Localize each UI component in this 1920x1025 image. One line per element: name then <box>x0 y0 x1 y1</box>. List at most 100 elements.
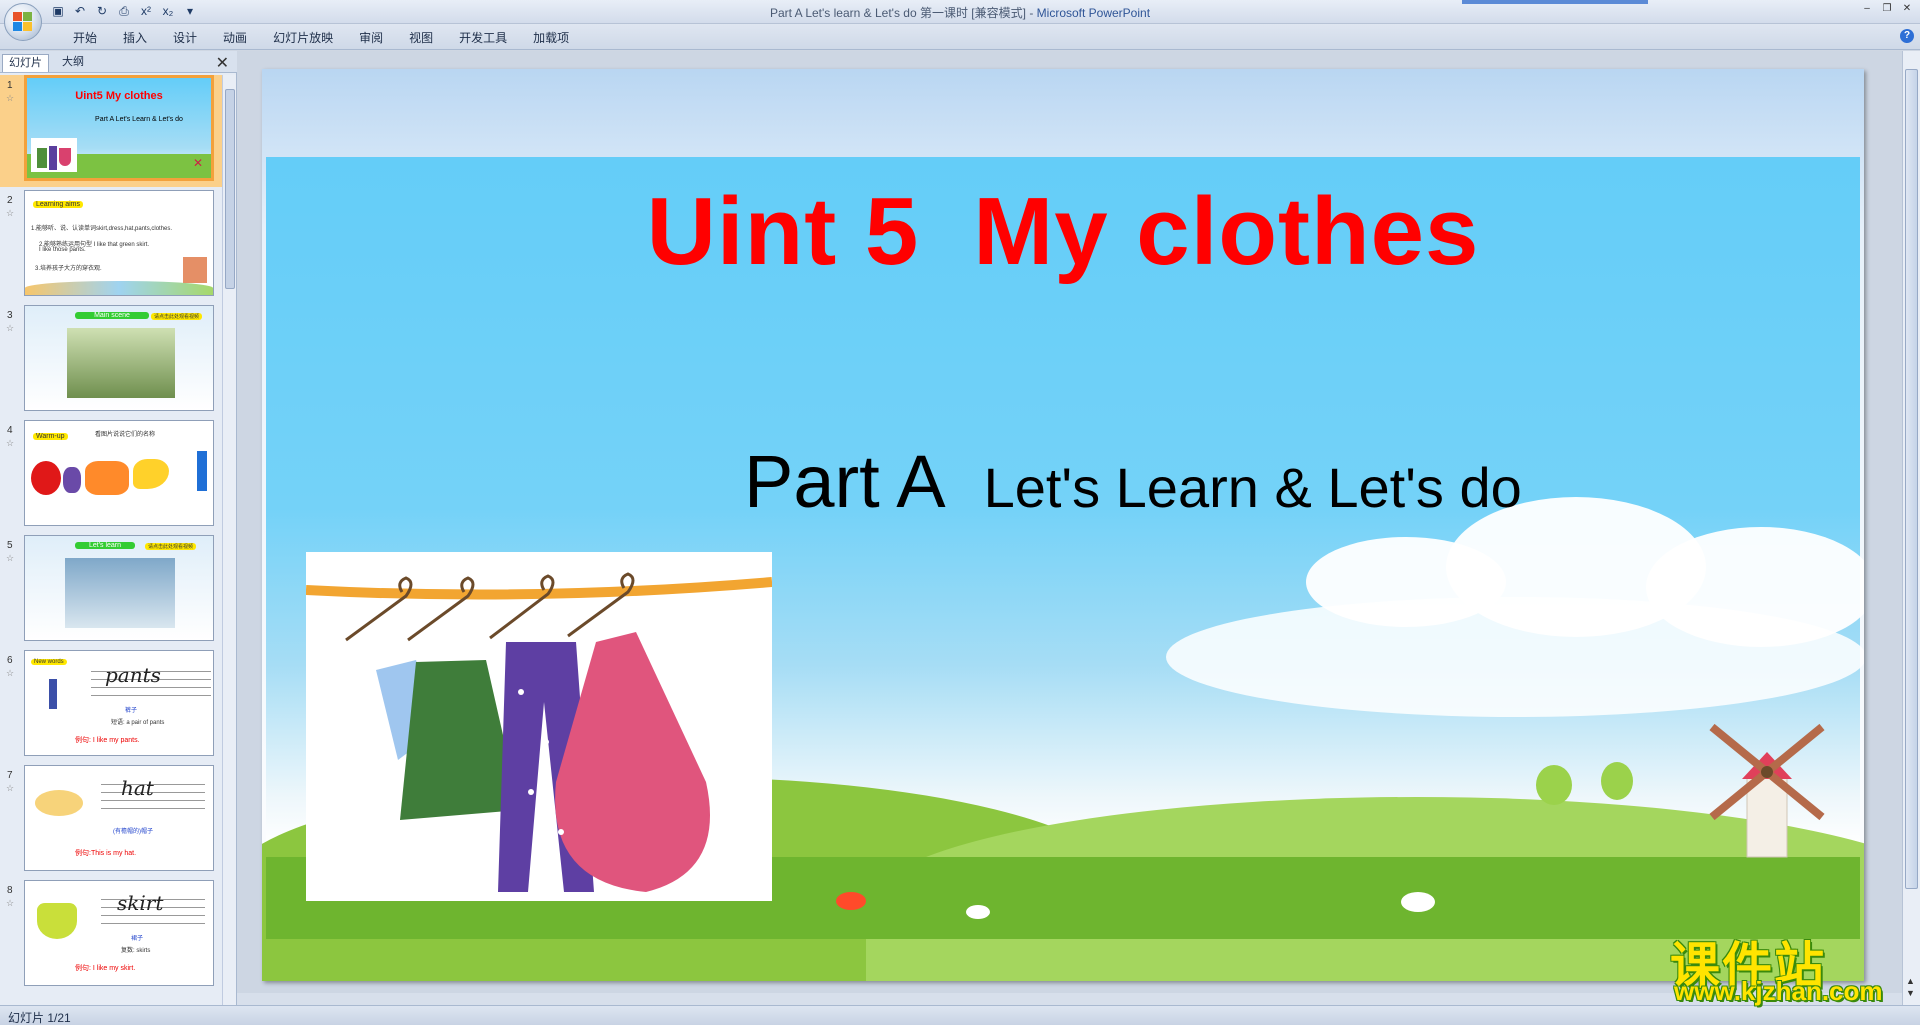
thumb-phrase: 短语: a pair of pants <box>111 720 165 726</box>
animation-star-icon: ☆ <box>6 783 15 793</box>
thumb-video-label: 请点击此处观看视频 <box>145 543 197 550</box>
document-title: Part A Let's learn & Let's do 第一课时 [兼容模式… <box>769 6 1026 20</box>
clothesline-illustration <box>305 572 773 892</box>
next-slide-icon[interactable]: ▼ <box>1906 988 1915 998</box>
tab-outline[interactable]: 大纲 <box>56 54 90 72</box>
slides-pane-scrollbar[interactable] <box>222 75 236 1005</box>
slide-title[interactable]: Uint 5 My clothes <box>262 177 1864 287</box>
scrollbar-thumb[interactable] <box>225 89 235 289</box>
thumb-title: Uint5 My clothes <box>75 90 163 102</box>
ribbon-tab[interactable]: 审阅 <box>346 29 396 47</box>
flower-icon <box>836 892 866 910</box>
site-watermark: 课件站 www.kjzhan.com <box>1668 926 1904 1006</box>
thumb-badge: Let's learn <box>75 542 135 549</box>
animation-star-icon: ☆ <box>6 208 15 218</box>
office-button[interactable] <box>4 3 42 41</box>
help-icon[interactable]: ? <box>1900 29 1914 43</box>
title-bar: ▣ ↶ ↻ ⎙ x² x₂ ▾ Part A Let's learn & Let… <box>0 0 1920 24</box>
thumbnail-preview: hat (有檐帽的)帽子 例句:This is my hat. <box>24 765 214 871</box>
restore-icon[interactable]: ❐ <box>1878 2 1896 16</box>
ribbon-tab[interactable]: 开始 <box>60 29 110 47</box>
tab-slides[interactable]: 幻灯片 <box>2 54 49 72</box>
office-logo-icon <box>13 12 33 32</box>
thumb-line: 3.培养孩子大方的穿衣观. <box>35 266 102 272</box>
previous-slide-icon[interactable]: ▲ <box>1906 976 1915 986</box>
slide-editor-scrollbar[interactable]: ▲ ▼ <box>1902 51 1920 1005</box>
slide-number: 2 <box>7 195 13 206</box>
cloud-shape <box>1166 597 1864 717</box>
thumb-word: pants <box>105 663 161 687</box>
animation-star-icon: ☆ <box>6 668 15 678</box>
thumb-meaning: 裙子 <box>131 936 144 942</box>
scrollbar-thumb[interactable] <box>1905 69 1918 889</box>
slide-thumbnail-1[interactable]: 1 ☆ Uint5 My clothes Part A Let's Learn … <box>0 75 222 187</box>
ribbon-tab[interactable]: 视图 <box>396 29 446 47</box>
thumb-windmill-icon: ✕ <box>192 156 203 170</box>
thumbnail-preview: Let's learn 请点击此处观看视频 <box>24 535 214 641</box>
slide-number: 4 <box>7 425 13 436</box>
ribbon-tab[interactable]: 开发工具 <box>446 29 520 47</box>
thumb-badge: Main scene <box>75 312 149 319</box>
window-controls: – ❐ ✕ <box>1858 2 1916 16</box>
slide-number: 3 <box>7 310 13 321</box>
minimize-icon[interactable]: – <box>1858 2 1876 16</box>
thumbnail-preview: Learning aims 1.能够听、说、认读单词skirt,dress,ha… <box>24 190 214 296</box>
clothesline-image[interactable] <box>305 552 773 901</box>
slide-number: 5 <box>7 540 13 551</box>
close-icon[interactable]: ✕ <box>1898 2 1916 16</box>
thumbnail-preview: skirt 裙子 复数: skirts 例句: I like my skirt. <box>24 880 214 986</box>
animation-star-icon: ☆ <box>6 93 15 103</box>
animation-star-icon: ☆ <box>6 898 15 908</box>
slide-thumbnails: 1 ☆ Uint5 My clothes Part A Let's Learn … <box>0 75 222 1005</box>
horizontal-scrollbar[interactable] <box>237 993 1902 1005</box>
slide-counter: 幻灯片 1/21 <box>8 1011 71 1025</box>
thumb-grapes-icon <box>63 467 81 493</box>
thumb-rainbow-path <box>25 281 213 295</box>
thumb-house-icon <box>183 257 207 283</box>
ribbon-tab[interactable]: 幻灯片放映 <box>260 29 346 47</box>
slide-subtitle[interactable]: Part A Let's Learn & Let's do <box>744 439 1522 524</box>
thumbnail-preview: Uint5 My clothes Part A Let's Learn & Le… <box>24 75 214 181</box>
subtitle-rest: Let's Learn & Let's do <box>983 456 1522 519</box>
slide-thumbnail-3[interactable]: 3 ☆ Main scene 请点击此处观看视频 <box>0 305 222 417</box>
slide-title-unit: Uint 5 <box>646 178 920 285</box>
window-title: Part A Let's learn & Let's do 第一课时 [兼容模式… <box>0 4 1920 21</box>
thumb-clothes-image <box>31 138 77 172</box>
thumb-carrots-icon <box>85 461 129 495</box>
animation-star-icon: ☆ <box>6 323 15 333</box>
slide-thumbnail-5[interactable]: 5 ☆ Let's learn 请点击此处观看视频 <box>0 535 222 647</box>
status-bar: 幻灯片 1/21 <box>0 1005 1920 1025</box>
slide-thumbnail-2[interactable]: 2 ☆ Learning aims 1.能够听、说、认读单词skirt,dres… <box>0 190 222 302</box>
thumb-meaning: 裤子 <box>125 708 138 714</box>
ribbon-tab[interactable]: 设计 <box>160 29 210 47</box>
slide-title-topic: My clothes <box>973 178 1480 285</box>
ribbon-tabs: 开始 插入 设计 动画 幻灯片放映 审阅 视图 开发工具 加载项 <box>60 29 582 47</box>
animation-star-icon: ☆ <box>6 438 15 448</box>
slide-thumbnail-7[interactable]: 7 ☆ hat (有檐帽的)帽子 例句:This is my hat. <box>0 765 222 877</box>
windmill-icon <box>1709 723 1825 858</box>
thumb-line: I like those pants. <box>39 247 86 253</box>
thumb-word: skirt <box>117 891 164 915</box>
slide-thumbnail-6[interactable]: 6 ☆ New words pants 裤子 短语: a pair of pan… <box>0 650 222 762</box>
ribbon-tab[interactable]: 动画 <box>210 29 260 47</box>
ribbon-tab[interactable]: 加载项 <box>520 29 582 47</box>
ribbon-tab[interactable]: 插入 <box>110 29 160 47</box>
thumb-badge: New words <box>31 659 67 665</box>
thumb-pants-icon <box>49 679 57 709</box>
flower-icon <box>1401 892 1435 912</box>
thumbnail-preview: Main scene 请点击此处观看视频 <box>24 305 214 411</box>
slides-pane: 幻灯片 大纲 ✕ 1 ☆ Uint5 My clothes Part A Let… <box>0 51 237 1005</box>
watermark-url: www.kjzhan.com <box>1674 976 1883 1006</box>
thumb-blue-bar <box>197 451 207 491</box>
tree-icon <box>1536 765 1572 805</box>
thumb-note: 看图片说说它们的名称 <box>95 432 156 438</box>
slide-thumbnail-8[interactable]: 8 ☆ skirt 裙子 复数: skirts 例句: I like my sk… <box>0 880 222 992</box>
thumb-example: 例句: I like my pants. <box>75 737 140 744</box>
close-pane-icon[interactable]: ✕ <box>216 53 229 73</box>
slide-number: 6 <box>7 655 13 666</box>
ribbon: 开始 插入 设计 动画 幻灯片放映 审阅 视图 开发工具 加载项 ? <box>0 24 1920 50</box>
slide-thumbnail-4[interactable]: 4 ☆ Warm-up 看图片说说它们的名称 <box>0 420 222 532</box>
current-slide[interactable]: Uint 5 My clothes Part A Let's Learn & Let… <box>262 69 1864 981</box>
slide-number: 7 <box>7 770 13 781</box>
application-name: Microsoft PowerPoint <box>1036 6 1151 20</box>
